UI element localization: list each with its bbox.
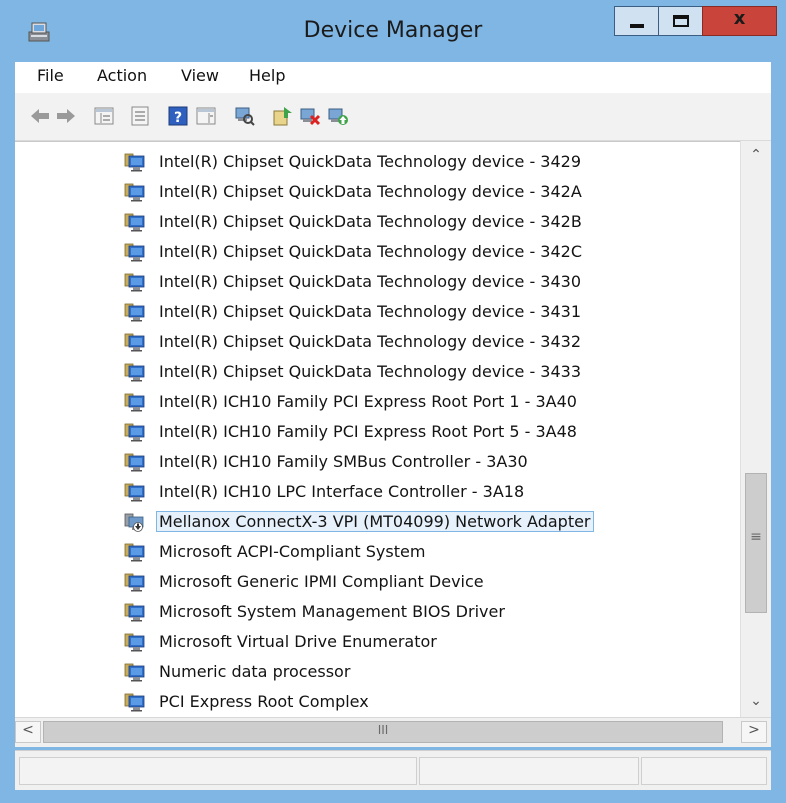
system-device-icon	[124, 153, 145, 172]
system-device-icon	[124, 573, 145, 592]
tree-item[interactable]: Intel(R) ICH10 Family SMBus Controller -…	[123, 447, 763, 477]
tree-item[interactable]: Intel(R) Chipset QuickData Technology de…	[123, 297, 763, 327]
vertical-scrollbar[interactable]: ⌃ ≡ ⌄	[740, 141, 771, 717]
system-device-icon	[124, 693, 145, 712]
scroll-left-arrow-icon[interactable]: <	[15, 721, 41, 743]
status-pane-tertiary	[641, 757, 767, 785]
tree-item-label: Microsoft ACPI-Compliant System	[159, 542, 426, 561]
tree-item[interactable]: Intel(R) ICH10 Family PCI Express Root P…	[123, 387, 763, 417]
system-device-icon	[124, 333, 145, 352]
system-device-icon	[124, 633, 145, 652]
tree-item-label: Microsoft Virtual Drive Enumerator	[159, 632, 437, 651]
menu-view[interactable]: View	[181, 66, 219, 85]
status-pane-main	[19, 757, 417, 785]
close-icon: x	[733, 8, 746, 29]
system-device-icon	[124, 543, 145, 562]
toolbar: ?	[15, 93, 771, 141]
maximize-button[interactable]	[658, 6, 703, 36]
tree-item-label: Intel(R) ICH10 Family PCI Express Root P…	[159, 392, 577, 411]
vertical-scroll-grip: ≡	[750, 529, 762, 545]
enable-device-icon[interactable]	[327, 105, 349, 127]
tree-item[interactable]: Intel(R) Chipset QuickData Technology de…	[123, 357, 763, 387]
system-device-icon	[124, 393, 145, 412]
system-device-icon	[124, 423, 145, 442]
tree-item-label: Mellanox ConnectX-3 VPI (MT04099) Networ…	[156, 511, 594, 532]
tree-item-label: Intel(R) ICH10 Family PCI Express Root P…	[159, 422, 577, 441]
tree-item-label: Intel(R) Chipset QuickData Technology de…	[159, 182, 582, 201]
system-device-icon	[124, 603, 145, 622]
system-device-icon	[124, 243, 145, 262]
scan-hardware-icon[interactable]	[233, 105, 255, 127]
close-button[interactable]: x	[702, 6, 777, 36]
scroll-down-arrow-icon[interactable]: ⌄	[741, 693, 771, 715]
tree-item-label: Microsoft Generic IPMI Compliant Device	[159, 572, 484, 591]
disabled-device-icon	[124, 513, 144, 532]
show-hide-tree-icon[interactable]	[93, 105, 115, 127]
tree-item-label: Intel(R) Chipset QuickData Technology de…	[159, 362, 582, 381]
maximize-icon	[673, 15, 689, 27]
system-device-icon	[124, 213, 145, 232]
tree-item[interactable]: Numeric data processor	[123, 657, 763, 687]
uninstall-device-icon[interactable]	[299, 105, 321, 127]
tree-item-label: Intel(R) ICH10 LPC Interface Controller …	[159, 482, 525, 501]
horizontal-scroll-grip: III	[377, 723, 389, 737]
tree-item[interactable]: Microsoft Generic IPMI Compliant Device	[123, 567, 763, 597]
tree-item[interactable]: Microsoft Virtual Drive Enumerator	[123, 627, 763, 657]
system-device-icon	[124, 363, 145, 382]
menu-help[interactable]: Help	[249, 66, 285, 85]
horizontal-scrollbar[interactable]: < III >	[15, 717, 771, 747]
tree-item-label: Intel(R) Chipset QuickData Technology de…	[159, 152, 582, 171]
tree-item[interactable]: Intel(R) Chipset QuickData Technology de…	[123, 237, 763, 267]
device-tree[interactable]: Intel(R) Chipset QuickData Technology de…	[15, 141, 771, 717]
tree-item-label: PCI Express Root Complex	[159, 692, 369, 711]
tree-item[interactable]: PCI Express Root Complex	[123, 687, 763, 717]
tree-item[interactable]: Intel(R) ICH10 LPC Interface Controller …	[123, 477, 763, 507]
vertical-scroll-thumb[interactable]: ≡	[745, 473, 767, 613]
update-driver-icon[interactable]	[271, 105, 293, 127]
menu-file[interactable]: File	[37, 66, 64, 85]
tree-item[interactable]: Microsoft ACPI-Compliant System	[123, 537, 763, 567]
system-device-icon	[124, 183, 145, 202]
forward-icon[interactable]	[55, 105, 77, 127]
title-bar[interactable]: Device Manager x	[0, 0, 786, 62]
scroll-up-arrow-icon[interactable]: ⌃	[741, 147, 771, 171]
tree-item[interactable]: Intel(R) Chipset QuickData Technology de…	[123, 177, 763, 207]
tree-item-label: Microsoft System Management BIOS Driver	[159, 602, 505, 621]
tree-item-label: Intel(R) ICH10 Family SMBus Controller -…	[159, 452, 528, 471]
help-icon[interactable]: ?	[167, 105, 189, 127]
menu-bar: File Action View Help	[15, 62, 771, 93]
minimize-button[interactable]	[614, 6, 659, 36]
system-device-icon	[124, 483, 145, 502]
minimize-icon	[630, 24, 644, 28]
tree-item-label: Intel(R) Chipset QuickData Technology de…	[159, 332, 582, 351]
menu-action[interactable]: Action	[97, 66, 147, 85]
back-icon[interactable]	[29, 105, 51, 127]
status-bar	[15, 750, 771, 790]
properties-icon[interactable]	[129, 105, 151, 127]
device-manager-window: Device Manager x File Action View Help ?…	[0, 0, 786, 803]
tree-item[interactable]: Microsoft System Management BIOS Driver	[123, 597, 763, 627]
tree-item[interactable]: Intel(R) ICH10 Family PCI Express Root P…	[123, 417, 763, 447]
tree-item-label: Intel(R) Chipset QuickData Technology de…	[159, 212, 582, 231]
system-device-icon	[124, 273, 145, 292]
system-device-icon	[124, 303, 145, 322]
status-pane-secondary	[419, 757, 639, 785]
tree-item[interactable]: Intel(R) Chipset QuickData Technology de…	[123, 267, 763, 297]
tree-item-label: Numeric data processor	[159, 662, 351, 681]
tree-item[interactable]: Intel(R) Chipset QuickData Technology de…	[123, 327, 763, 357]
horizontal-scroll-thumb[interactable]: III	[43, 721, 723, 743]
scroll-right-arrow-icon[interactable]: >	[741, 721, 767, 743]
system-device-icon	[124, 453, 145, 472]
action-pane-icon[interactable]	[195, 105, 217, 127]
tree-item-label: Intel(R) Chipset QuickData Technology de…	[159, 242, 583, 261]
tree-item[interactable]: Intel(R) Chipset QuickData Technology de…	[123, 207, 763, 237]
tree-item-label: Intel(R) Chipset QuickData Technology de…	[159, 272, 582, 291]
tree-item-selected[interactable]: Mellanox ConnectX-3 VPI (MT04099) Networ…	[123, 507, 763, 537]
svg-text:?: ?	[174, 110, 182, 126]
system-device-icon	[124, 663, 145, 682]
tree-item[interactable]: Intel(R) Chipset QuickData Technology de…	[123, 147, 763, 177]
tree-item-label: Intel(R) Chipset QuickData Technology de…	[159, 302, 582, 321]
